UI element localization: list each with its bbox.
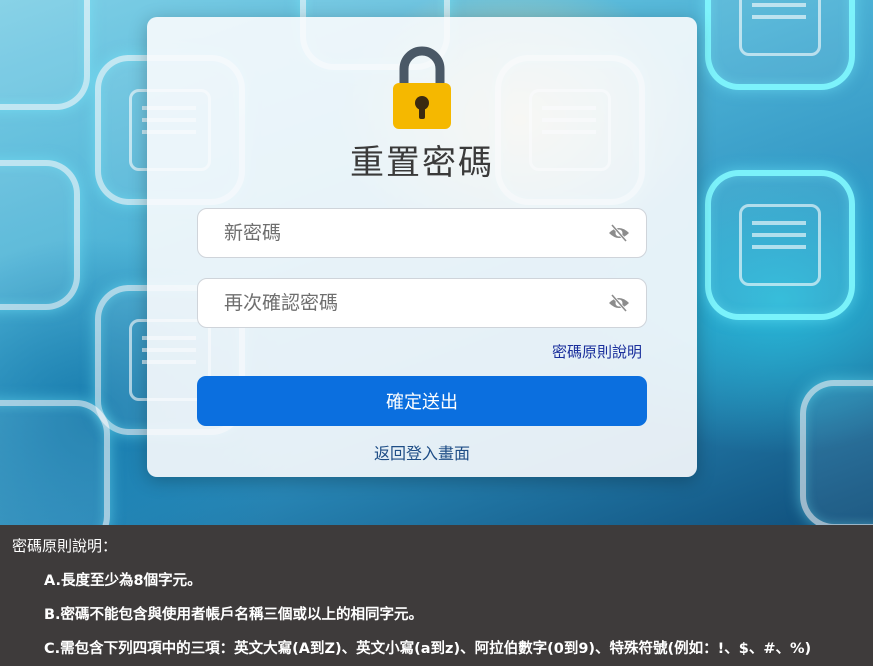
rule-item: B.密碼不能包含與使用者帳戶名稱三個或以上的相同字元。 <box>44 607 424 623</box>
rule-item: A.長度至少為8個字元。 <box>44 573 202 589</box>
rule-item: C.需包含下列四項中的三項：英文大寫(A到Z)、英文小寫(a到z)、阿拉伯數字(… <box>44 641 812 657</box>
confirm-password-input[interactable] <box>198 279 598 327</box>
submit-button[interactable]: 確定送出 <box>197 376 647 426</box>
background-hex-tile <box>0 160 80 310</box>
background-hex-tile <box>705 0 855 90</box>
background-hex-tile <box>0 0 90 110</box>
lock-icon <box>393 46 451 129</box>
new-password-input[interactable] <box>198 209 598 257</box>
confirm-password-field <box>197 278 647 328</box>
page-title: 重置密碼 <box>350 143 494 183</box>
background-hex-tile <box>705 170 855 320</box>
eye-slash-icon[interactable] <box>608 293 630 313</box>
rules-title: 密碼原則說明： <box>12 537 118 555</box>
eye-slash-icon[interactable] <box>608 223 630 243</box>
new-password-field <box>197 208 647 258</box>
password-rules-link[interactable]: 密碼原則說明 <box>552 341 642 362</box>
background-hex-tile <box>0 400 110 525</box>
reset-password-card: 重置密碼 密碼原則說明 確定送出 返回登入畫面 <box>147 17 697 477</box>
password-rules-panel: 密碼原則說明： A.長度至少為8個字元。 B.密碼不能包含與使用者帳戶名稱三個或… <box>0 525 873 666</box>
back-to-login-link[interactable]: 返回登入畫面 <box>147 440 697 464</box>
background-hex-tile <box>800 380 873 525</box>
